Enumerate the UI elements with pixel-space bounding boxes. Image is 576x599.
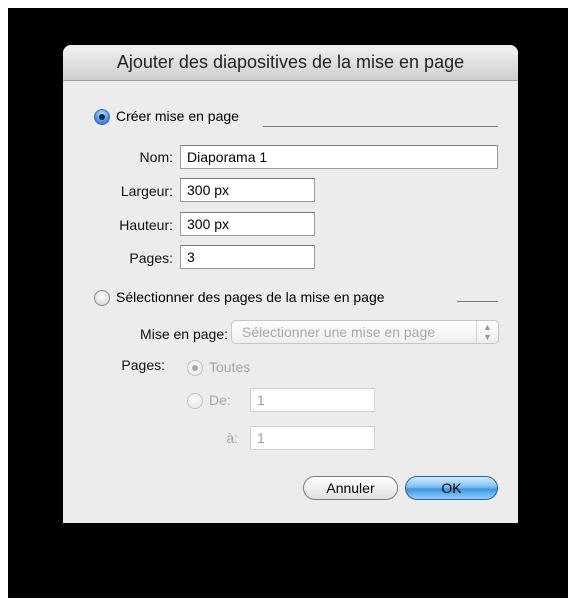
layout-label: Mise en page: xyxy=(140,326,228,342)
cancel-button[interactable]: Annuler xyxy=(303,476,398,500)
height-field[interactable]: 300 px xyxy=(180,212,315,236)
layout-popup[interactable]: Sélectionner une mise en page ▲ ▼ xyxy=(231,320,499,344)
layout-popup-value: Sélectionner une mise en page xyxy=(242,324,436,340)
select-pages-label[interactable]: Sélectionner des pages de la mise en pag… xyxy=(116,289,385,305)
select-pages-radio[interactable] xyxy=(94,290,110,306)
all-pages-label[interactable]: Toutes xyxy=(209,359,250,375)
ok-button[interactable]: OK xyxy=(405,476,498,500)
dialog-title: Ajouter des diapositives de la mise en p… xyxy=(63,45,518,81)
pages-label: Pages: xyxy=(129,250,173,266)
create-layout-radio[interactable] xyxy=(94,109,110,125)
create-layout-label[interactable]: Créer mise en page xyxy=(116,108,239,124)
to-label: à: xyxy=(226,430,238,446)
all-pages-radio[interactable] xyxy=(187,360,203,376)
name-label: Nom: xyxy=(139,149,173,165)
from-pages-radio[interactable] xyxy=(187,393,203,409)
create-layout-separator xyxy=(263,126,498,127)
width-field[interactable]: 300 px xyxy=(180,178,315,202)
width-label: Largeur: xyxy=(120,183,173,199)
from-page-field[interactable]: 1 xyxy=(250,388,375,412)
select-pages-separator xyxy=(457,301,498,302)
name-field[interactable]: Diaporama 1 xyxy=(180,145,498,169)
height-label: Hauteur: xyxy=(119,217,173,233)
select-pages-pages-label: Pages: xyxy=(121,357,165,373)
pages-field[interactable]: 3 xyxy=(180,245,315,269)
add-slides-dialog: Ajouter des diapositives de la mise en p… xyxy=(63,45,518,523)
from-label: De: xyxy=(209,392,231,408)
up-down-arrows-icon: ▲ ▼ xyxy=(476,321,498,343)
to-page-field[interactable]: 1 xyxy=(250,426,375,450)
